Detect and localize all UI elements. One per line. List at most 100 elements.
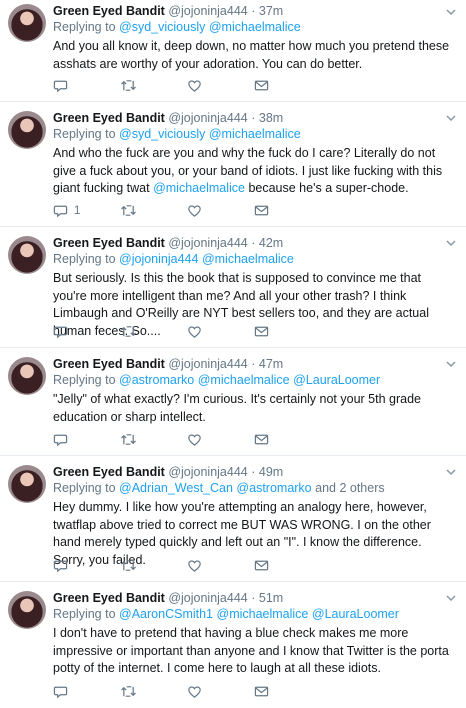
retweet-icon — [121, 560, 136, 571]
user-handle[interactable]: @jojoninja444 — [168, 111, 247, 125]
replying-label: Replying to — [53, 607, 116, 621]
tweet[interactable]: Green Eyed Bandit @jojoninja444 · 37m Re… — [0, 0, 466, 102]
envelope-icon — [254, 686, 269, 697]
replying-to: Replying to @astromarko @michaelmalice @… — [53, 372, 456, 388]
retweet-button[interactable] — [120, 78, 187, 93]
avatar[interactable] — [8, 591, 46, 629]
mention-link[interactable]: @LauraLoomer — [293, 373, 380, 387]
like-button[interactable] — [187, 432, 254, 447]
mention-link[interactable]: @AaronCSmith1 — [119, 607, 213, 621]
reply-button[interactable] — [53, 558, 120, 573]
mention-link[interactable]: @michaelmalice — [198, 373, 290, 387]
chevron-down-icon[interactable] — [445, 358, 457, 370]
user-handle[interactable]: @jojoninja444 — [168, 465, 247, 479]
retweet-icon — [121, 205, 136, 216]
timestamp[interactable]: · 49m — [251, 465, 283, 479]
chevron-down-icon[interactable] — [445, 466, 457, 478]
tweet[interactable]: Green Eyed Bandit @jojoninja444 · 42m Re… — [0, 227, 466, 348]
like-button[interactable] — [187, 203, 254, 218]
tweet[interactable]: Green Eyed Bandit @jojoninja444 · 38m Re… — [0, 102, 466, 227]
replying-to: Replying to @syd_viciously @michaelmalic… — [53, 19, 456, 35]
replying-to: Replying to @Adrian_West_Can @astromarko… — [53, 480, 456, 496]
like-button[interactable] — [187, 78, 254, 93]
reply-button[interactable] — [53, 432, 120, 447]
retweet-button[interactable] — [120, 203, 187, 218]
retweet-icon — [121, 686, 136, 697]
chevron-down-icon[interactable] — [445, 237, 457, 249]
timestamp[interactable]: · 47m — [251, 357, 283, 371]
display-name[interactable]: Green Eyed Bandit — [53, 4, 165, 18]
avatar[interactable] — [8, 236, 46, 274]
avatar[interactable] — [8, 357, 46, 395]
replying-to: Replying to @jojoninja444 @michaelmalice — [53, 251, 456, 267]
message-button[interactable] — [254, 203, 321, 218]
envelope-icon — [254, 434, 269, 445]
reply-button[interactable] — [53, 78, 120, 93]
timestamp[interactable]: · 38m — [251, 111, 283, 125]
display-name[interactable]: Green Eyed Bandit — [53, 236, 165, 250]
message-button[interactable] — [254, 432, 321, 447]
mention-link[interactable]: @jojoninja444 — [119, 252, 198, 266]
tweet-actions — [53, 324, 321, 339]
display-name[interactable]: Green Eyed Bandit — [53, 465, 165, 479]
mention-link[interactable]: @michaelmalice — [217, 607, 309, 621]
mention-link[interactable]: @LauraLoomer — [312, 607, 399, 621]
chevron-down-icon[interactable] — [445, 112, 457, 124]
reply-button[interactable] — [53, 684, 120, 699]
message-button[interactable] — [254, 684, 321, 699]
message-button[interactable] — [254, 78, 321, 93]
tweet-header: Green Eyed Bandit @jojoninja444 · 38m — [53, 110, 456, 126]
replying-label: Replying to — [53, 252, 116, 266]
mention-link[interactable]: @michaelmalice — [202, 252, 294, 266]
timestamp[interactable]: · 42m — [251, 236, 283, 250]
tweet-actions — [53, 684, 321, 699]
mention-link[interactable]: @michaelmalice — [153, 181, 245, 195]
mention-link[interactable]: @astromarko — [236, 481, 311, 495]
others-link[interactable]: and 2 others — [315, 481, 385, 495]
mention-link[interactable]: @astromarko — [119, 373, 194, 387]
display-name[interactable]: Green Eyed Bandit — [53, 357, 165, 371]
tweet-actions — [53, 432, 321, 447]
avatar[interactable] — [8, 4, 46, 42]
mention-link[interactable]: @michaelmalice — [209, 127, 301, 141]
retweet-icon — [121, 80, 136, 91]
retweet-button[interactable] — [120, 558, 187, 573]
tweet[interactable]: Green Eyed Bandit @jojoninja444 · 47m Re… — [0, 348, 466, 456]
like-button[interactable] — [187, 324, 254, 339]
reply-button[interactable]: 1 — [53, 203, 120, 218]
retweet-icon — [121, 326, 136, 337]
display-name[interactable]: Green Eyed Bandit — [53, 111, 165, 125]
user-handle[interactable]: @jojoninja444 — [168, 591, 247, 605]
tweet[interactable]: Green Eyed Bandit @jojoninja444 · 51m Re… — [0, 582, 466, 708]
user-handle[interactable]: @jojoninja444 — [168, 236, 247, 250]
chevron-down-icon[interactable] — [445, 6, 457, 18]
timestamp[interactable]: · 51m — [251, 591, 283, 605]
like-button[interactable] — [187, 684, 254, 699]
message-button[interactable] — [254, 558, 321, 573]
retweet-button[interactable] — [120, 324, 187, 339]
heart-icon — [188, 326, 201, 338]
tweet-header: Green Eyed Bandit @jojoninja444 · 37m — [53, 3, 456, 19]
timestamp[interactable]: · 37m — [251, 4, 283, 18]
mention-link[interactable]: @syd_viciously — [119, 20, 205, 34]
mention-link[interactable]: @syd_viciously — [119, 127, 205, 141]
retweet-icon — [121, 434, 136, 445]
mention-link[interactable]: @michaelmalice — [209, 20, 301, 34]
heart-icon — [188, 205, 201, 217]
envelope-icon — [254, 80, 269, 91]
user-handle[interactable]: @jojoninja444 — [168, 357, 247, 371]
avatar[interactable] — [8, 111, 46, 149]
display-name[interactable]: Green Eyed Bandit — [53, 591, 165, 605]
retweet-button[interactable] — [120, 684, 187, 699]
tweet-header: Green Eyed Bandit @jojoninja444 · 49m — [53, 464, 456, 480]
avatar[interactable] — [8, 465, 46, 503]
tweet-feed: Green Eyed Bandit @jojoninja444 · 37m Re… — [0, 0, 466, 708]
message-button[interactable] — [254, 324, 321, 339]
like-button[interactable] — [187, 558, 254, 573]
user-handle[interactable]: @jojoninja444 — [168, 4, 247, 18]
mention-link[interactable]: @Adrian_West_Can — [119, 481, 233, 495]
tweet[interactable]: Green Eyed Bandit @jojoninja444 · 49m Re… — [0, 456, 466, 582]
chevron-down-icon[interactable] — [445, 592, 457, 604]
reply-button[interactable] — [53, 324, 120, 339]
retweet-button[interactable] — [120, 432, 187, 447]
